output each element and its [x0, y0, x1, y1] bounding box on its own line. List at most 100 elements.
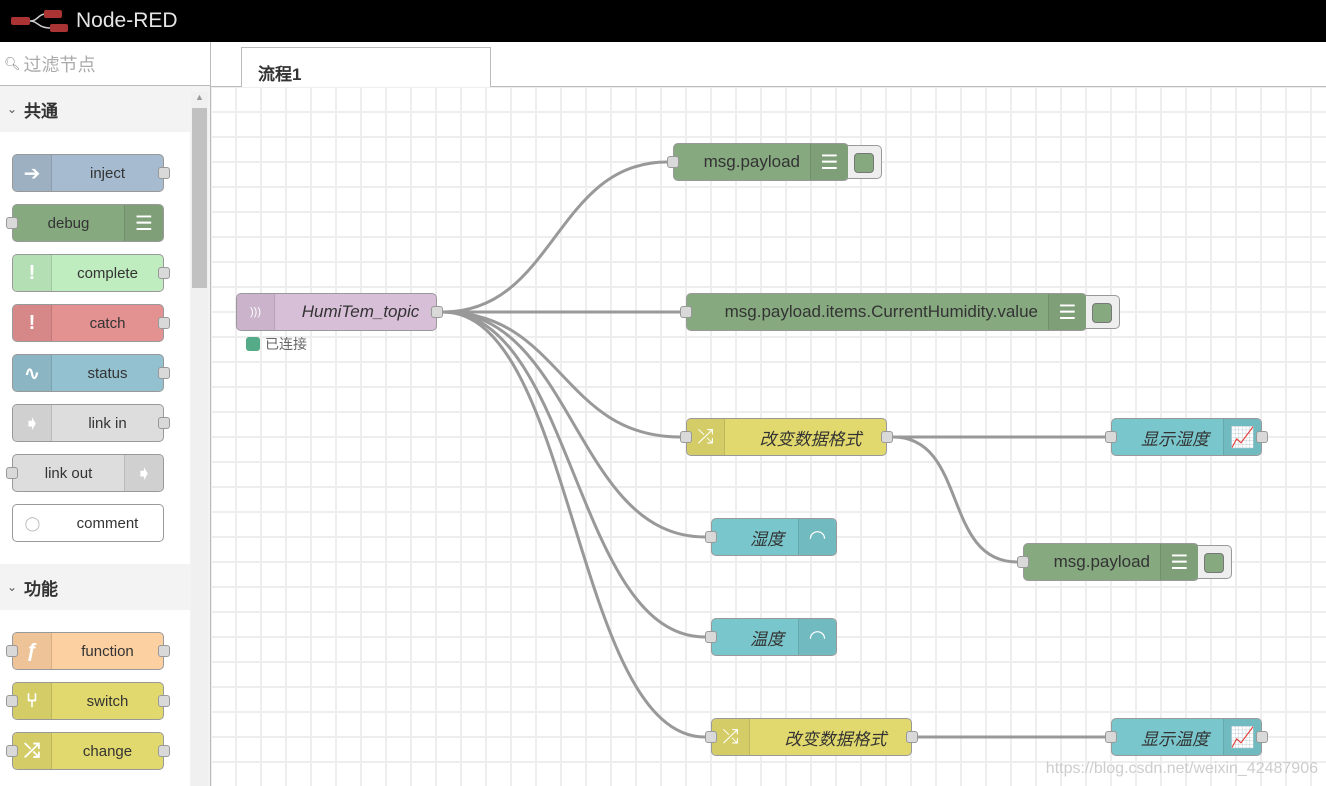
palette-category: ➔ inject ☰ debug ! complete! catch ∿ status ➧ link… — [0, 132, 190, 564]
link-arrow-icon: ➧ — [13, 405, 52, 441]
output-port — [158, 645, 170, 657]
palette-node-link-in[interactable]: ➧ link in — [12, 404, 170, 442]
debug-toggle-button[interactable] — [1198, 545, 1232, 579]
input-port[interactable] — [705, 731, 717, 743]
node-label: 温度 — [750, 629, 784, 649]
scroll-up-icon[interactable]: ▲ — [191, 92, 208, 106]
palette-node-label: inject — [89, 164, 126, 182]
input-port[interactable] — [1105, 431, 1117, 443]
wire-mqtt-gauge1[interactable] — [442, 310, 706, 539]
tab-flow1[interactable]: 流程1 — [241, 47, 491, 88]
output-port — [158, 317, 170, 329]
flow-canvas[interactable]: ☰ msg.payload))) HumiTem_topic ☰ msg.payload… — [211, 87, 1326, 786]
palette-category-header[interactable]: ⌄ 功能 — [0, 564, 190, 610]
palette-node-inject[interactable]: ➔ inject — [12, 154, 170, 192]
wire-mqtt-dbg1[interactable] — [442, 160, 668, 314]
palette-node-function[interactable]: ƒ function — [6, 632, 170, 670]
input-port — [6, 695, 18, 707]
chevron-down-icon: ⌄ — [6, 580, 18, 594]
palette-node-label: link out — [44, 464, 93, 482]
input-port — [6, 217, 18, 229]
palette-filter-input[interactable]: 🔍︎ 过滤节点 — [0, 42, 210, 86]
palette-node-switch[interactable]: ⑂ switch — [6, 682, 170, 720]
flow-node-chg1[interactable]: ⤮ 改变数据格式 — [680, 418, 893, 456]
palette-node-label: debug — [47, 214, 90, 232]
node-label: msg.payload — [703, 152, 800, 171]
palette-node-label: link in — [88, 414, 127, 432]
palette-node-label: catch — [89, 314, 126, 332]
wire-mqtt-chg1[interactable] — [442, 310, 681, 439]
input-port[interactable] — [667, 156, 679, 168]
category-label: 共通 — [24, 101, 58, 121]
output-port[interactable] — [881, 431, 893, 443]
palette-node-label: comment — [76, 514, 139, 532]
palette-node-comment[interactable]: ◯ comment — [12, 504, 164, 542]
palette-node-label: complete — [77, 264, 138, 282]
palette-node-debug[interactable]: ☰ debug — [6, 204, 164, 242]
input-port[interactable] — [680, 431, 692, 443]
palette-node-label: change — [82, 742, 133, 760]
switch-icon: ⑂ — [13, 683, 52, 719]
node-label: 显示温度 — [1141, 729, 1209, 749]
app-title: Node-RED — [76, 9, 178, 32]
output-port — [158, 267, 170, 279]
input-port[interactable] — [705, 631, 717, 643]
node-red-logo-icon — [11, 10, 68, 32]
output-port[interactable] — [1256, 431, 1268, 443]
flow-node-gauge1[interactable]: ◠ 湿度 — [705, 518, 837, 556]
chevron-down-icon: ⌄ — [6, 102, 18, 116]
flow-node-dbg1[interactable]: ☰ msg.payload — [667, 143, 882, 181]
palette-scrollbar[interactable]: ▲ — [191, 92, 208, 786]
palette-node-label: function — [81, 642, 134, 660]
node-label: 湿度 — [750, 529, 784, 549]
scroll-thumb[interactable] — [192, 108, 207, 288]
shuffle-icon: ⤮ — [687, 419, 725, 455]
debug-toggle-button[interactable] — [848, 145, 882, 179]
status-text: 已连接 — [265, 336, 307, 352]
output-port — [158, 417, 170, 429]
list-icon: ☰ — [810, 144, 848, 180]
palette-node-change[interactable]: ⤮ change — [6, 732, 170, 770]
palette-node-label: status — [87, 364, 128, 382]
flow-node-chart2[interactable]: 📈 显示温度 — [1105, 718, 1268, 756]
header: Node-RED — [0, 0, 1326, 42]
link-arrow-icon: ➧ — [124, 455, 163, 491]
list-icon: ☰ — [1048, 294, 1086, 330]
exclamation-icon: ! — [13, 305, 52, 341]
flow-node-dbg2[interactable]: ☰ msg.payload.items.CurrentHumidity.value — [680, 293, 1120, 331]
palette-node-complete[interactable]: ! complete — [12, 254, 170, 292]
debug-toggle-button[interactable] — [1086, 295, 1120, 329]
output-port[interactable] — [1256, 731, 1268, 743]
category-label: 功能 — [24, 579, 58, 599]
flow-node-mqtt[interactable]: ))) HumiTem_topic — [236, 293, 443, 331]
shuffle-icon: ⤮ — [13, 733, 52, 769]
input-port[interactable] — [1017, 556, 1029, 568]
wire-mqtt-gauge2[interactable] — [442, 310, 706, 639]
wire-chg1-dbg3[interactable] — [892, 435, 1018, 564]
input-port[interactable] — [705, 531, 717, 543]
palette-node-link-out[interactable]: ➧ link out — [6, 454, 164, 492]
workspace-tabs: 流程1 — [211, 42, 1326, 88]
input-port — [6, 745, 18, 757]
node-label: msg.payload — [1053, 552, 1150, 571]
flow-node-dbg3[interactable]: ☰ msg.payload — [1017, 543, 1232, 581]
flow-node-chart1[interactable]: 📈 显示湿度 — [1105, 418, 1268, 456]
node-status: 已连接 — [246, 334, 307, 354]
palette-category-header[interactable]: ⌄ 共通 — [0, 86, 190, 132]
flow-node-chg2[interactable]: ⤮ 改变数据格式 — [705, 718, 918, 756]
input-port[interactable] — [1105, 731, 1117, 743]
palette-node-status[interactable]: ∿ status — [12, 354, 170, 392]
watermark: https://blog.csdn.net/weixin_42487906 — [1045, 760, 1318, 777]
output-port[interactable] — [906, 731, 918, 743]
output-port[interactable] — [431, 306, 443, 318]
filter-placeholder: 过滤节点 — [23, 54, 96, 75]
input-port[interactable] — [680, 306, 692, 318]
palette-node-catch[interactable]: ! catch — [12, 304, 170, 342]
flow-node-gauge2[interactable]: ◠ 温度 — [705, 618, 837, 656]
wire-mqtt-chg2[interactable] — [442, 310, 706, 739]
shuffle-icon: ⤮ — [712, 719, 750, 755]
output-port — [158, 367, 170, 379]
list-icon: ☰ — [1160, 544, 1198, 580]
wireless-icon: ))) — [237, 294, 275, 330]
palette-sidebar: 🔍︎ 过滤节点 ⌄ 共通 ➔ inject ☰ debug ! complete! catch ∿ s… — [0, 42, 211, 786]
